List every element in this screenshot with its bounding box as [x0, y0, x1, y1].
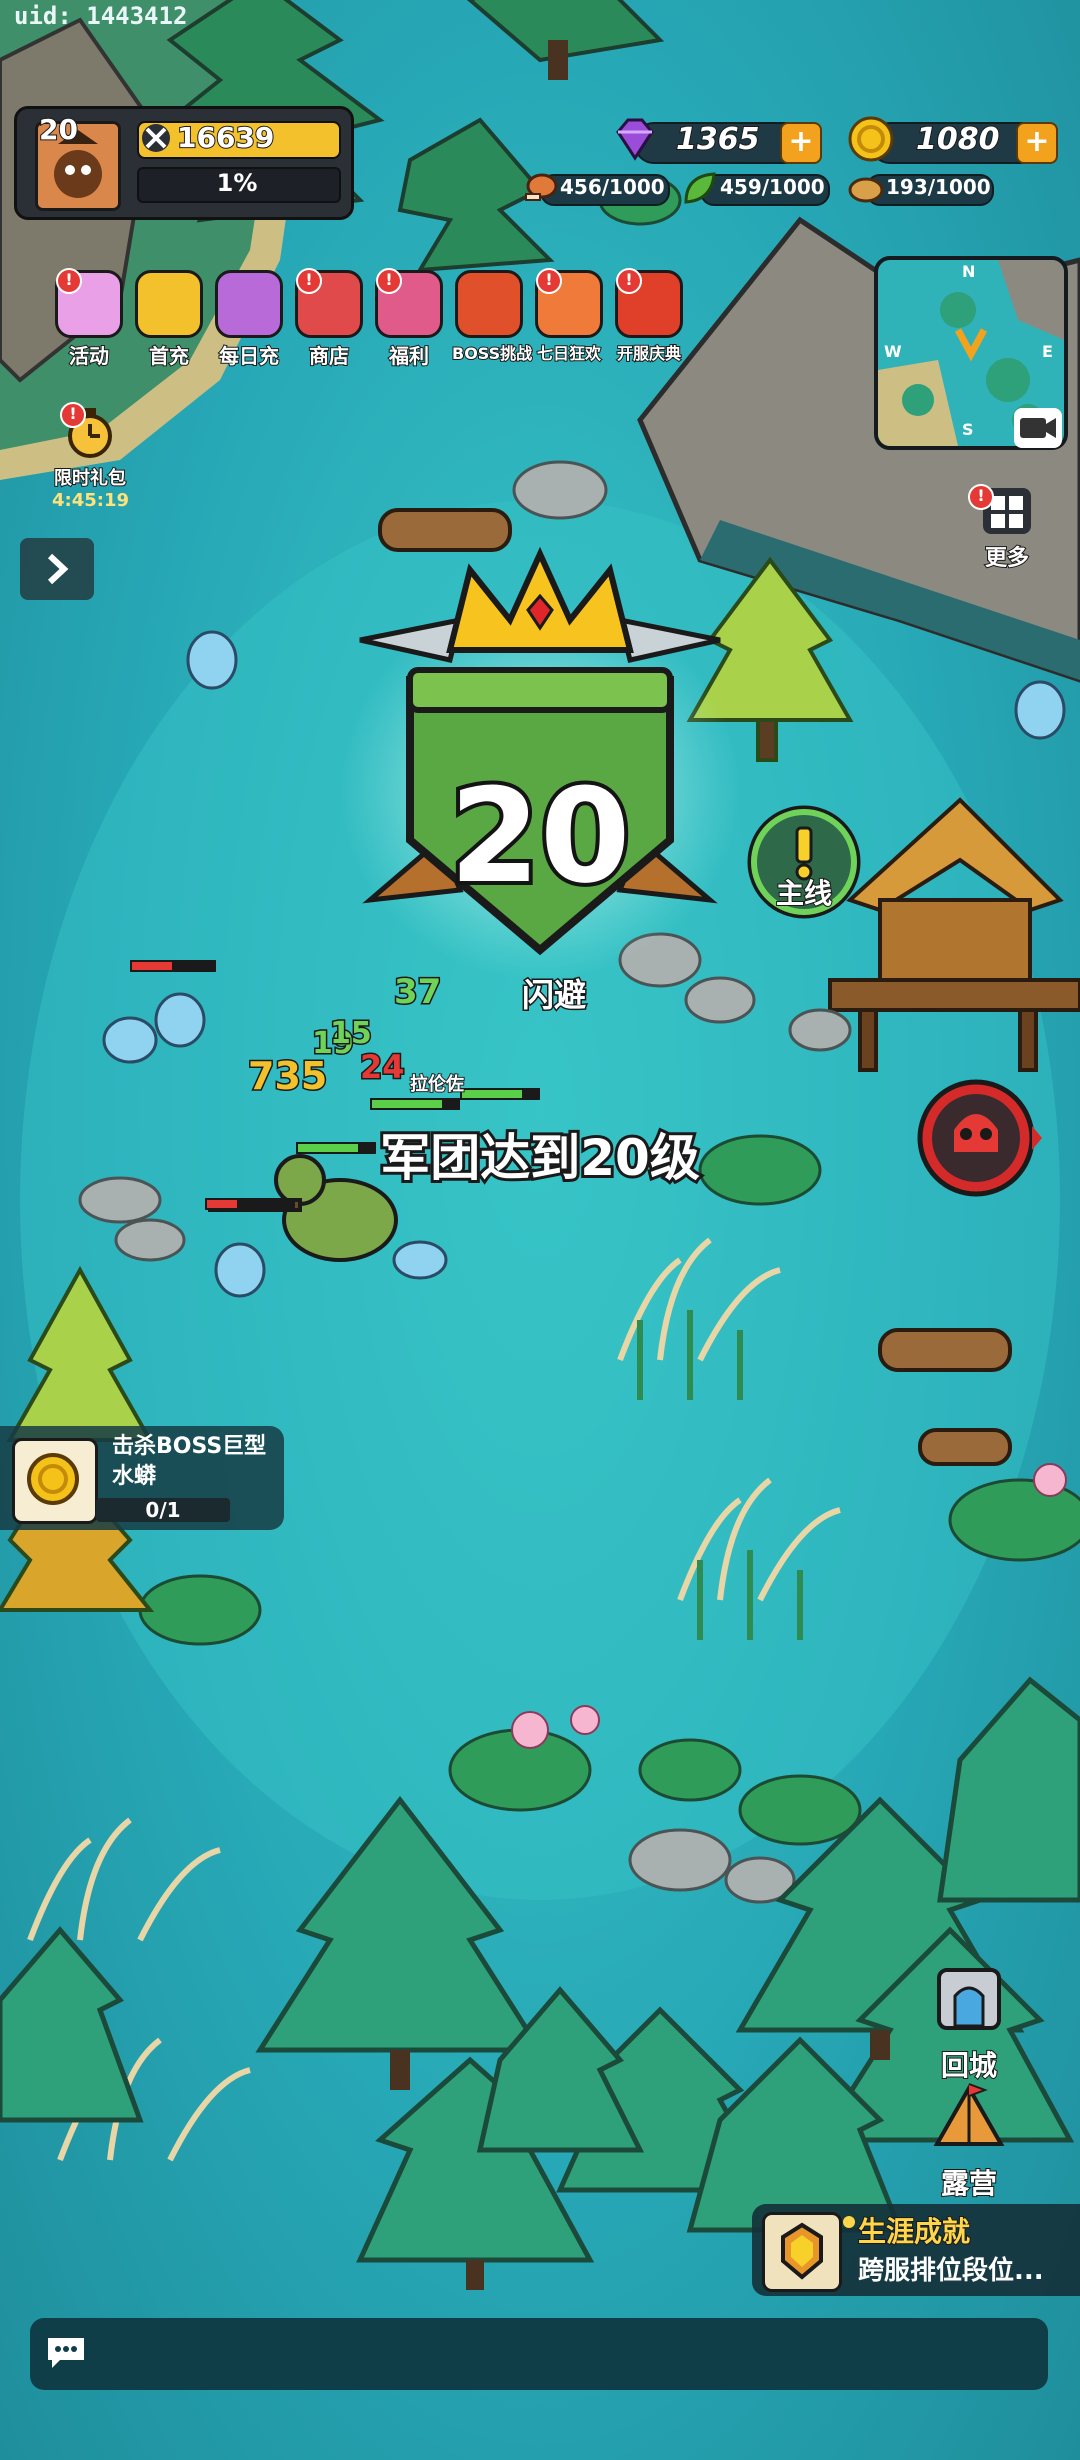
activity-badge: !	[56, 268, 82, 294]
chat-bubble-icon[interactable]	[44, 2334, 88, 2370]
activity-badge: !	[296, 268, 322, 294]
heal-number: 15	[329, 1015, 374, 1053]
quest-tracker[interactable]: 击杀BOSS巨型水蟒 0/1	[0, 1426, 284, 1530]
wood-value: 459/1000	[720, 175, 825, 199]
quest-title: 击杀BOSS巨型水蟒	[112, 1434, 267, 1489]
achievement-title: 生涯成就	[857, 2214, 971, 2249]
skull-icon	[917, 1079, 1042, 1197]
castle-gate-icon	[937, 1968, 1001, 2030]
meat-value: 456/1000	[560, 175, 665, 199]
tent-icon	[933, 2083, 1005, 2146]
dodge-text: 闪避	[520, 975, 587, 1016]
uid-label: uid: 1443412	[14, 2, 188, 30]
add-gold-button[interactable]: +	[1016, 122, 1058, 164]
game-screen[interactable]: uid: 1443412 20 16639 1% 1365 + 1080 + 4…	[0, 0, 1080, 2460]
quest-reward-slot	[12, 1438, 98, 1524]
player-level: 20	[38, 112, 79, 147]
activity-label: 七日狂欢	[536, 343, 602, 364]
medal-icon	[842, 2214, 856, 2228]
chat-bar[interactable]	[30, 2318, 1048, 2390]
gold-coin-icon	[848, 116, 894, 162]
daily-recharge-icon	[215, 270, 283, 338]
power-value: 16639	[176, 120, 275, 155]
add-gems-button[interactable]: +	[780, 122, 822, 164]
compass-west: W	[884, 342, 902, 361]
camera-button[interactable]	[1014, 408, 1062, 448]
level-up-number: 20	[446, 756, 635, 916]
bread-value: 193/1000	[886, 175, 991, 199]
gold-coin-icon	[27, 1453, 79, 1505]
damage-number: 735	[246, 1053, 328, 1100]
compass-north: N	[962, 262, 976, 281]
more-label: 更多	[984, 545, 1030, 572]
activity-label: 首充	[148, 343, 190, 369]
player-panel[interactable]: 20 16639 1%	[14, 106, 354, 220]
camp-label: 露营	[940, 2166, 998, 2201]
limited-gift-timer: 4:45:19	[52, 490, 130, 511]
activity-label: 商店	[308, 343, 350, 369]
activity-daily-recharge[interactable]: 每日充	[212, 270, 286, 369]
damage-number: 24	[359, 1047, 407, 1088]
achievement-subtitle: 跨服排位段位...	[858, 2256, 1044, 2286]
main-quest-button[interactable]: 主线	[742, 800, 866, 930]
achievement-icon-slot	[762, 2212, 842, 2292]
activity-badge: !	[536, 268, 562, 294]
activity-badge: !	[376, 268, 402, 294]
boss-marker-button[interactable]	[914, 1074, 1044, 1204]
activity-label: 每日充	[218, 343, 280, 369]
chevron-right-icon	[47, 553, 69, 585]
return-city-button[interactable]: 回城	[922, 1956, 1016, 2084]
compass-east: E	[1042, 342, 1053, 361]
exp-percent: 1%	[216, 169, 258, 197]
expand-panel-button[interactable]	[20, 538, 94, 600]
more-badge: !	[968, 484, 994, 510]
meat-icon	[525, 173, 558, 201]
activity-label: 开服庆典	[616, 343, 682, 364]
activity-label: BOSS挑战	[451, 343, 533, 364]
limited-gift-badge: !	[60, 402, 86, 428]
gems-value: 1365	[675, 121, 760, 158]
gold-value: 1080	[915, 121, 1000, 158]
activity-boss-challenge[interactable]: BOSS挑战	[451, 270, 533, 366]
ally-name: 拉伦佐	[409, 1073, 465, 1096]
badge-icon	[781, 2222, 823, 2280]
quest-progress: 0/1	[145, 1498, 181, 1522]
boss-challenge-icon	[455, 270, 523, 338]
first-recharge-icon	[135, 270, 203, 338]
main-quest-label: 主线	[775, 876, 833, 911]
camera-icon	[1020, 418, 1056, 438]
activity-label: 活动	[68, 343, 110, 369]
bread-icon	[848, 177, 884, 203]
camp-button[interactable]: 露营	[922, 2074, 1016, 2202]
activity-label: 福利	[388, 343, 430, 369]
activity-badge: !	[616, 268, 642, 294]
heal-number: 37	[392, 971, 442, 1014]
activity-first-recharge[interactable]: 首充	[132, 270, 206, 369]
achievement-banner[interactable]: 生涯成就 跨服排位段位...	[752, 2204, 1080, 2296]
gem-icon	[616, 118, 654, 161]
limited-gift-label: 限时礼包	[53, 467, 127, 490]
crossed-swords-icon	[142, 124, 170, 152]
compass-south: S	[962, 420, 974, 439]
leaf-icon	[684, 172, 716, 204]
